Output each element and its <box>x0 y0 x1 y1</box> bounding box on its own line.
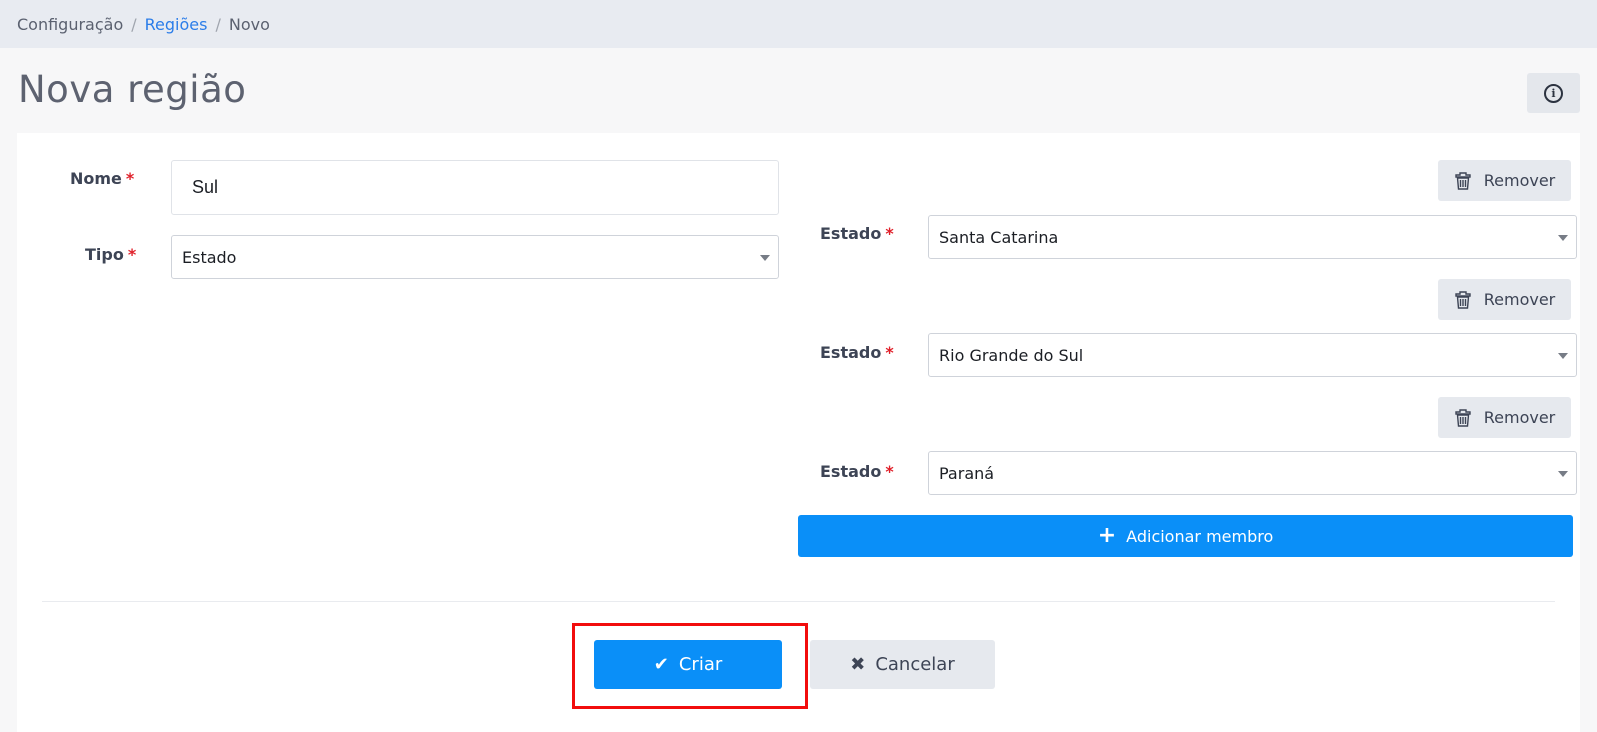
breadcrumb-separator: / <box>215 14 221 34</box>
info-icon: i <box>1544 83 1563 103</box>
trash-icon <box>1455 290 1471 309</box>
info-button[interactable]: i <box>1527 73 1580 113</box>
add-member-button[interactable]: + Adicionar membro <box>798 515 1573 557</box>
dropdown-caret-icon <box>760 255 770 261</box>
create-label: Criar <box>678 654 723 675</box>
create-button[interactable]: ✔ Criar <box>594 640 782 689</box>
check-icon: ✔ <box>653 654 669 675</box>
state-label-text: Estado <box>820 343 882 362</box>
remove-member-button[interactable]: Remover <box>1438 160 1571 201</box>
state-label: Estado * <box>820 343 894 362</box>
type-label-text: Tipo <box>85 245 124 264</box>
remove-label: Remover <box>1483 171 1556 190</box>
breadcrumb-current: Novo <box>228 14 270 34</box>
remove-label: Remover <box>1483 290 1556 309</box>
divider <box>42 601 1555 602</box>
required-marker: * <box>125 169 135 188</box>
state-select[interactable]: Santa Catarina <box>928 215 1577 259</box>
state-label-text: Estado <box>820 462 882 481</box>
remove-member-button[interactable]: Remover <box>1438 279 1571 320</box>
name-input[interactable]: Sul <box>171 160 779 215</box>
state-select-value: Rio Grande do Sul <box>939 345 1084 365</box>
plus-icon: + <box>1097 523 1117 548</box>
breadcrumb: Configuração / Regiões / Novo <box>0 0 1597 48</box>
trash-icon <box>1455 171 1471 190</box>
dropdown-caret-icon <box>1558 235 1568 241</box>
name-label: Nome * <box>70 169 134 188</box>
remove-label: Remover <box>1483 408 1556 427</box>
state-label-text: Estado <box>820 224 882 243</box>
type-select-value: Estado <box>182 247 237 267</box>
required-marker: * <box>885 343 894 362</box>
type-label: Tipo * <box>85 245 136 264</box>
cancel-label: Cancelar <box>875 654 955 675</box>
close-icon: ✖ <box>850 654 866 675</box>
breadcrumb-separator: / <box>131 14 137 34</box>
state-label: Estado * <box>820 224 894 243</box>
breadcrumb-configuracao[interactable]: Configuração <box>17 15 123 34</box>
type-select[interactable]: Estado <box>171 235 779 279</box>
breadcrumb-regioes-link[interactable]: Regiões <box>145 15 208 34</box>
name-input-value: Sul <box>192 177 219 197</box>
required-marker: * <box>885 224 894 243</box>
remove-member-button[interactable]: Remover <box>1438 397 1571 438</box>
trash-icon <box>1455 408 1471 427</box>
page-title: Nova região <box>18 68 247 111</box>
state-select[interactable]: Paraná <box>928 451 1577 495</box>
dropdown-caret-icon <box>1558 353 1568 359</box>
dropdown-caret-icon <box>1558 471 1568 477</box>
add-member-label: Adicionar membro <box>1126 526 1274 546</box>
state-select[interactable]: Rio Grande do Sul <box>928 333 1577 377</box>
name-label-text: Nome <box>70 169 122 188</box>
cancel-button[interactable]: ✖ Cancelar <box>810 640 995 689</box>
state-select-value: Santa Catarina <box>939 227 1059 247</box>
state-label: Estado * <box>820 462 894 481</box>
state-select-value: Paraná <box>939 463 995 483</box>
required-marker: * <box>885 462 894 481</box>
required-marker: * <box>127 245 137 264</box>
